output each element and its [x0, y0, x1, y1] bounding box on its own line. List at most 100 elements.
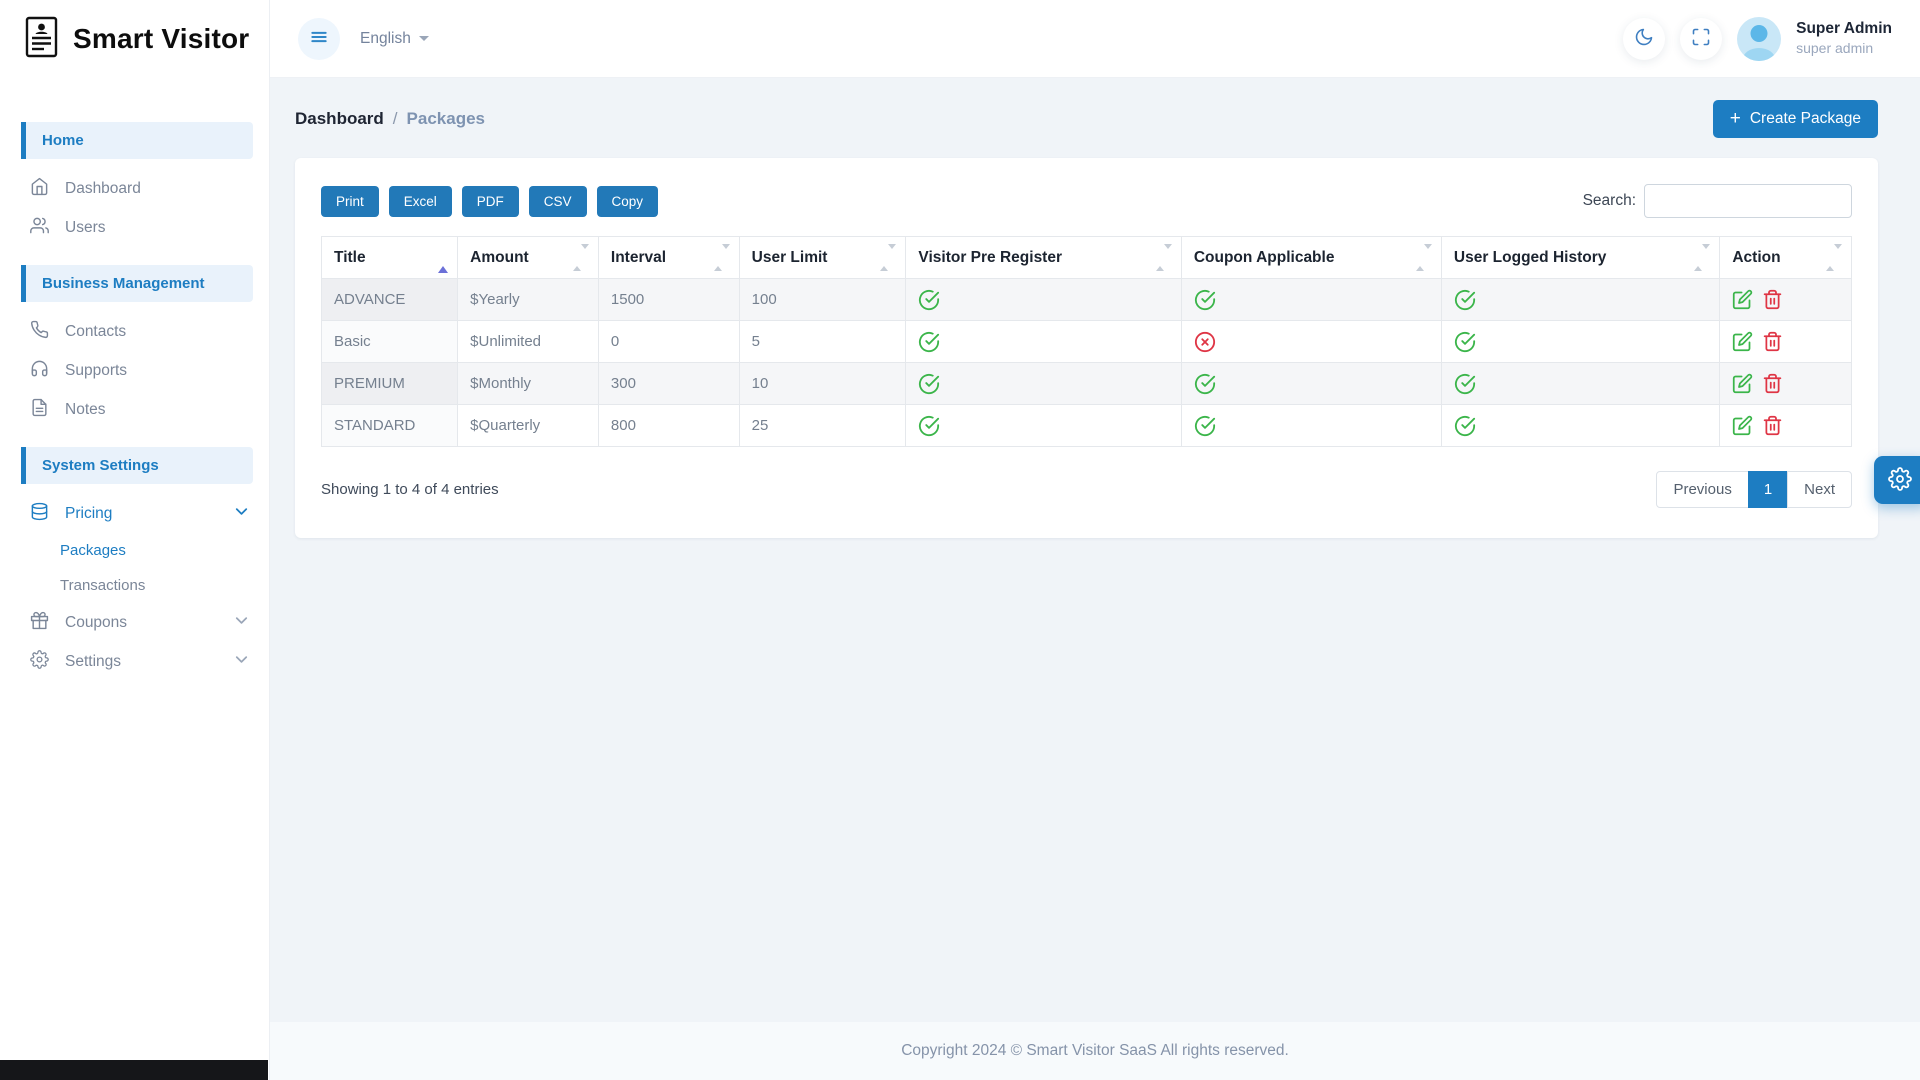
sort-icon — [714, 249, 730, 267]
next-page-button[interactable]: Next — [1787, 471, 1852, 508]
column-header-user-limit[interactable]: User Limit — [739, 237, 906, 279]
column-header-action[interactable]: Action — [1720, 237, 1852, 279]
sidebar-item-coupons[interactable]: Coupons — [0, 603, 269, 642]
delete-button[interactable] — [1762, 331, 1783, 352]
database-icon — [30, 502, 49, 526]
cell-visitor-pre-register — [906, 363, 1181, 405]
cell-amount: $Unlimited — [458, 321, 599, 363]
column-header-title[interactable]: Title — [322, 237, 458, 279]
edit-button[interactable] — [1732, 373, 1753, 394]
cell-user-limit: 5 — [739, 321, 906, 363]
search-label: Search: — [1583, 192, 1636, 210]
edit-button[interactable] — [1732, 415, 1753, 436]
hamburger-icon — [309, 27, 329, 50]
user-role: super admin — [1796, 39, 1892, 57]
column-header-coupon-applicable[interactable]: Coupon Applicable — [1181, 237, 1441, 279]
sidebar-subitem-packages[interactable]: Packages — [0, 533, 269, 568]
cell-user-logged-history — [1441, 279, 1719, 321]
sidebar-subitem-transactions[interactable]: Transactions — [0, 568, 269, 603]
copyright-text: Copyright 2024 © Smart Visitor SaaS All … — [901, 1042, 1289, 1060]
page-1-button[interactable]: 1 — [1748, 471, 1788, 508]
phone-icon — [30, 320, 49, 344]
sidebar-item-supports[interactable]: Supports — [0, 351, 269, 390]
yes-check-icon — [1194, 373, 1216, 395]
sidebar-item-label: Contacts — [65, 323, 126, 341]
yes-check-icon — [1454, 331, 1476, 353]
fullscreen-button[interactable] — [1680, 18, 1722, 60]
delete-button[interactable] — [1762, 289, 1783, 310]
floating-settings-button[interactable] — [1874, 456, 1920, 504]
column-header-user-logged-history[interactable]: User Logged History — [1441, 237, 1719, 279]
user-menu[interactable]: Super Admin super admin — [1796, 19, 1892, 57]
previous-page-button[interactable]: Previous — [1656, 471, 1748, 508]
cell-action — [1720, 363, 1852, 405]
dark-mode-button[interactable] — [1623, 18, 1665, 60]
sidebar-nav: Home Dashboard Users Business Management… — [0, 78, 269, 681]
sidebar-item-notes[interactable]: Notes — [0, 390, 269, 429]
cell-interval: 300 — [598, 363, 739, 405]
language-label: English — [360, 30, 411, 48]
cell-user-logged-history — [1441, 363, 1719, 405]
pdf-button[interactable]: PDF — [462, 186, 519, 217]
breadcrumb-dashboard[interactable]: Dashboard — [295, 109, 384, 129]
sidebar-item-pricing[interactable]: Pricing — [0, 494, 269, 533]
edit-button[interactable] — [1732, 331, 1753, 352]
cell-coupon-applicable — [1181, 405, 1441, 447]
sidebar-item-label: Notes — [65, 401, 106, 419]
sidebar: Smart Visitor Home Dashboard Users Busin… — [0, 0, 270, 1080]
menu-toggle-button[interactable] — [298, 18, 340, 60]
create-package-button[interactable]: + Create Package — [1713, 100, 1878, 138]
plus-icon: + — [1730, 112, 1741, 126]
topbar: English Super Admin super admin — [270, 0, 1920, 78]
edit-pencil-icon — [1732, 289, 1753, 310]
cell-title: ADVANCE — [322, 279, 458, 321]
sort-icon — [1156, 249, 1172, 267]
brand-logo[interactable]: Smart Visitor — [0, 0, 269, 78]
sidebar-section-system-settings: System Settings — [21, 447, 253, 484]
delete-button[interactable] — [1762, 415, 1783, 436]
cell-title: STANDARD — [322, 405, 458, 447]
sidebar-item-label: Pricing — [65, 505, 112, 523]
edit-pencil-icon — [1732, 331, 1753, 352]
search-input[interactable] — [1644, 184, 1852, 218]
yes-check-icon — [1454, 289, 1476, 311]
sidebar-item-dashboard[interactable]: Dashboard — [0, 169, 269, 208]
sidebar-section-business-management: Business Management — [21, 265, 253, 302]
cell-amount: $Yearly — [458, 279, 599, 321]
cell-title: PREMIUM — [322, 363, 458, 405]
yes-check-icon — [1454, 373, 1476, 395]
excel-button[interactable]: Excel — [389, 186, 452, 217]
sort-icon — [1416, 249, 1432, 267]
sidebar-item-users[interactable]: Users — [0, 208, 269, 247]
cell-user-limit: 100 — [739, 279, 906, 321]
breadcrumb: Dashboard / Packages — [295, 109, 485, 129]
fullscreen-icon — [1691, 27, 1711, 50]
column-header-amount[interactable]: Amount — [458, 237, 599, 279]
sidebar-item-contacts[interactable]: Contacts — [0, 312, 269, 351]
language-dropdown[interactable]: English — [360, 30, 429, 48]
column-header-interval[interactable]: Interval — [598, 237, 739, 279]
yes-check-icon — [1454, 415, 1476, 437]
gift-icon — [30, 611, 49, 635]
avatar-person-icon — [1751, 25, 1768, 42]
edit-button[interactable] — [1732, 289, 1753, 310]
chevron-down-icon — [232, 611, 251, 635]
print-button[interactable]: Print — [321, 186, 379, 217]
copy-button[interactable]: Copy — [597, 186, 659, 217]
edit-pencil-icon — [1732, 373, 1753, 394]
sidebar-item-label: Supports — [65, 362, 127, 380]
column-header-visitor-pre-register[interactable]: Visitor Pre Register — [906, 237, 1181, 279]
user-avatar[interactable] — [1737, 17, 1781, 61]
delete-button[interactable] — [1762, 373, 1783, 394]
yes-check-icon — [1194, 289, 1216, 311]
cell-visitor-pre-register — [906, 405, 1181, 447]
cell-title: Basic — [322, 321, 458, 363]
sidebar-item-settings[interactable]: Settings — [0, 642, 269, 681]
table-row: Basic$Unlimited05 — [322, 321, 1852, 363]
chevron-down-icon — [419, 36, 429, 41]
moon-icon — [1634, 27, 1654, 50]
packages-table: Title Amount Interval User Limit — [321, 236, 1852, 447]
csv-button[interactable]: CSV — [529, 186, 587, 217]
yes-check-icon — [918, 373, 940, 395]
sidebar-item-label: Users — [65, 219, 105, 237]
